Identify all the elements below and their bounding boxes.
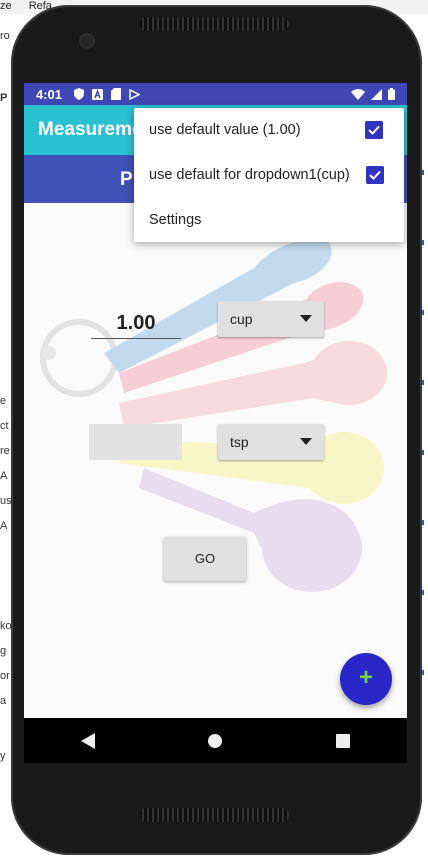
menu-item-label: Settings xyxy=(149,212,202,228)
ide-text-fragment: P xyxy=(0,92,8,104)
ide-text-fragment: ko xyxy=(0,620,12,632)
top-speaker xyxy=(139,17,289,31)
ide-text-fragment: re xyxy=(0,445,10,457)
ide-text-fragment: a xyxy=(0,695,7,707)
ide-text-fragment: ct xyxy=(0,420,9,432)
wifi-icon xyxy=(351,88,365,100)
ide-text-fragment: A xyxy=(0,470,8,482)
from-unit-dropdown[interactable]: cup xyxy=(218,301,324,337)
convert-value-input[interactable] xyxy=(89,424,182,460)
recents-icon[interactable] xyxy=(336,733,351,748)
dropdown-arrow-icon xyxy=(300,438,312,445)
home-icon[interactable] xyxy=(208,733,223,748)
to-unit-dropdown[interactable]: tsp xyxy=(218,424,324,460)
ide-text-fragment: ro xyxy=(0,30,10,42)
menu-item-label: use default for dropdown1(cup) xyxy=(149,167,350,183)
back-icon[interactable] xyxy=(80,732,95,749)
go-button[interactable]: GO xyxy=(164,537,246,581)
dropdown-arrow-icon xyxy=(300,315,312,322)
checkbox-checked-icon[interactable] xyxy=(365,121,383,139)
play-icon xyxy=(129,88,141,100)
to-unit-value: tsp xyxy=(230,434,249,450)
sd-card-icon xyxy=(111,88,122,100)
phone-screen: 4:01 Measureme P 1.00 cup tsp GO + use d… xyxy=(24,83,407,763)
bottom-speaker xyxy=(139,808,289,822)
ide-text-fragment: g xyxy=(0,645,7,657)
menu-item-settings[interactable]: Settings xyxy=(134,198,404,243)
ide-text-fragment: or xyxy=(0,670,10,682)
overflow-menu: use default value (1.00) use default for… xyxy=(134,108,404,242)
ide-text-fragment: us xyxy=(0,495,12,507)
navigation-bar xyxy=(24,718,407,763)
app-title: Measureme xyxy=(38,119,143,140)
menu-item-label: use default value (1.00) xyxy=(149,122,301,138)
menu-item-default-value[interactable]: use default value (1.00) xyxy=(134,108,404,153)
default-value-display[interactable]: 1.00 xyxy=(91,306,181,339)
status-bar: 4:01 xyxy=(24,83,407,105)
ide-text-fragment: A xyxy=(0,520,8,532)
add-fab-button[interactable]: + xyxy=(340,653,392,705)
sub-header-label: P xyxy=(120,169,133,190)
from-unit-value: cup xyxy=(230,311,253,327)
checkbox-checked-icon[interactable] xyxy=(366,166,384,184)
signal-icon xyxy=(371,88,382,100)
ide-text-fragment: e xyxy=(0,395,7,407)
ide-menu-item[interactable]: ze xyxy=(0,0,12,12)
front-camera xyxy=(81,35,93,47)
shield-icon xyxy=(74,88,85,100)
ide-text-fragment: y xyxy=(0,750,6,762)
status-time: 4:01 xyxy=(36,86,63,102)
battery-icon xyxy=(388,88,395,100)
menu-item-default-dropdown[interactable]: use default for dropdown1(cup) xyxy=(134,153,404,198)
a-icon xyxy=(92,88,104,100)
